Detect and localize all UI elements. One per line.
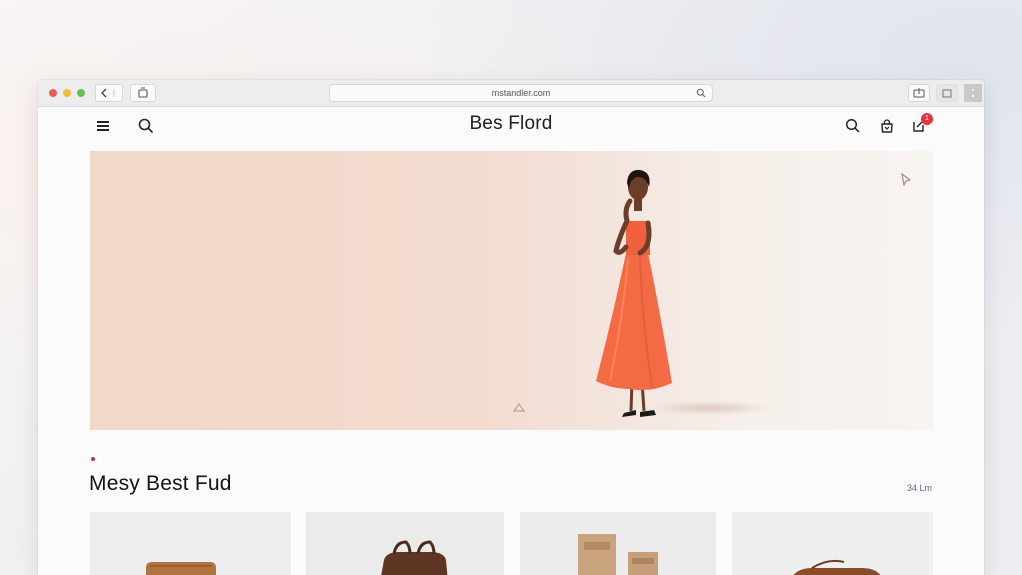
more-options-button[interactable] — [964, 84, 982, 102]
hamburger-menu-icon[interactable] — [97, 119, 111, 131]
product-image-boxes — [578, 534, 658, 575]
new-tab-icon — [942, 89, 952, 98]
browser-window: mstandler.com Bes Flord 1 Mesy Best Fud … — [38, 80, 984, 575]
cursor-arrow-icon — [901, 172, 912, 186]
share-icon — [913, 88, 925, 98]
search-icon[interactable] — [845, 118, 861, 134]
hero-banner[interactable] — [90, 151, 933, 430]
address-search-icon — [696, 88, 706, 98]
minimize-window-button[interactable] — [63, 89, 71, 97]
brand-logo[interactable]: Bes Flord — [411, 113, 611, 135]
section-marker — [91, 457, 95, 461]
tab-overview-button[interactable] — [130, 84, 156, 102]
address-bar[interactable]: mstandler.com — [329, 84, 713, 102]
product-card[interactable] — [520, 512, 716, 575]
section-title: Mesy Best Fud — [89, 472, 232, 495]
site-header: Bes Flord 1 — [38, 107, 984, 149]
url-text: mstandler.com — [491, 88, 551, 98]
new-tab-button[interactable] — [936, 84, 958, 102]
browser-toolbar: mstandler.com — [38, 80, 984, 107]
product-card[interactable] — [90, 512, 291, 575]
product-card[interactable] — [306, 512, 504, 575]
hero-watermark-icon — [513, 402, 525, 412]
hero-model-image — [596, 169, 672, 417]
maximize-window-button[interactable] — [77, 89, 85, 97]
tabs-icon — [138, 87, 148, 98]
shopping-bag-icon[interactable] — [879, 118, 895, 134]
product-image-bag — [146, 562, 216, 575]
product-card[interactable] — [732, 512, 933, 575]
search-icon[interactable] — [138, 118, 154, 134]
vertical-dots-icon — [972, 89, 974, 97]
section-view-all-link[interactable]: 34 Lm — [888, 483, 932, 493]
close-window-button[interactable] — [49, 89, 57, 97]
product-image-bag — [793, 559, 881, 575]
chevron-left-icon — [101, 88, 115, 98]
product-image-handbag — [381, 540, 448, 575]
back-button[interactable] — [95, 84, 123, 102]
cart-count-badge: 1 — [921, 113, 933, 125]
share-button[interactable] — [908, 84, 930, 102]
